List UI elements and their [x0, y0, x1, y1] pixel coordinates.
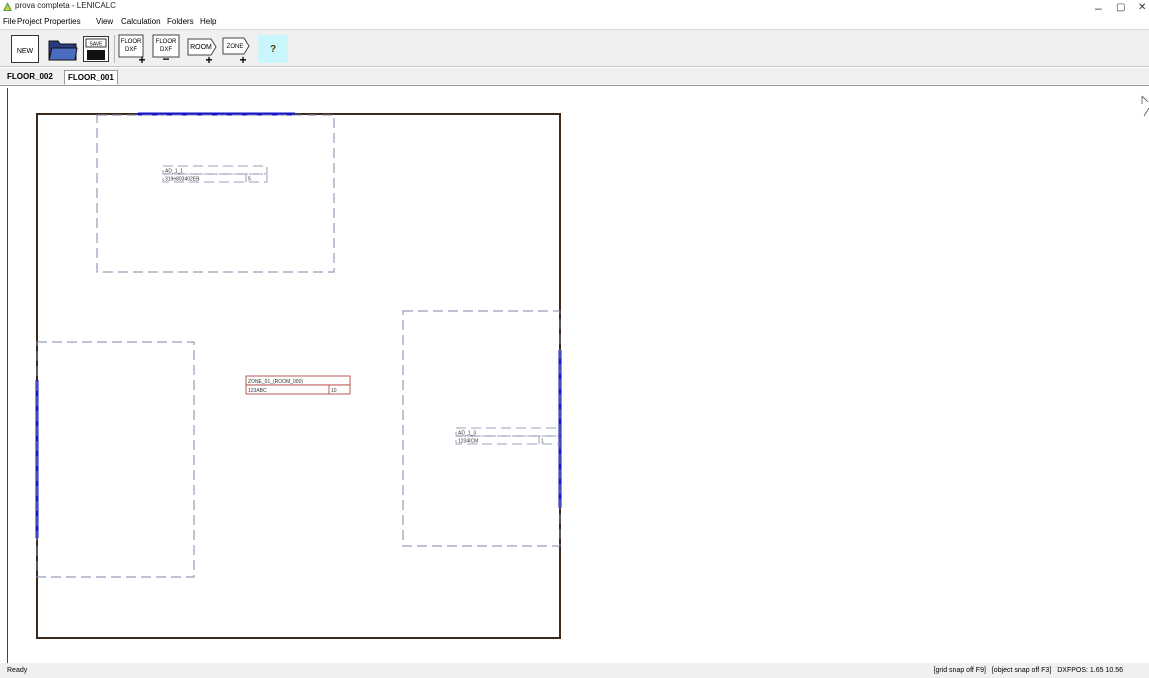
- tab-floor-001[interactable]: FLOOR_001: [64, 70, 118, 85]
- north-arrow-icon: [1141, 95, 1149, 117]
- dxf-position: DXFPOS: 1.65 10.56: [1057, 667, 1123, 674]
- toolbar-separator: [114, 35, 115, 63]
- tab-floor-002[interactable]: FLOOR_002: [4, 70, 56, 85]
- room-value: 1: [541, 439, 544, 445]
- disk-icon: [87, 50, 105, 60]
- room-code: 319e803402EB: [165, 177, 200, 183]
- room-name: AD_1_1: [165, 169, 183, 175]
- menu-help[interactable]: Help: [200, 17, 216, 26]
- help-icon: ?: [270, 44, 276, 55]
- save-button-label: SAVE: [90, 42, 104, 48]
- add-zone-button[interactable]: ZONE +: [222, 34, 252, 64]
- add-floor-label-line2: DXF: [125, 47, 137, 53]
- drawing-canvas[interactable]: AD_1_1 319e803402EB 5 ZONE_01_(ROOM_000)…: [7, 88, 1149, 663]
- add-floor-label-line1: FLOOR: [121, 39, 142, 45]
- remove-floor-dxf-button[interactable]: FLOOR DXF −: [152, 34, 182, 64]
- menu-bar: File Project Properties View Calculation…: [0, 13, 1149, 29]
- room-outline-left: [36, 341, 195, 578]
- add-room-button[interactable]: ROOM +: [187, 34, 219, 64]
- room-label-ad-1-1[interactable]: AD_1_1 319e803402EB 5: [162, 165, 268, 183]
- add-room-label: ROOM: [190, 44, 212, 51]
- save-button[interactable]: SAVE: [83, 36, 109, 62]
- open-folder-button[interactable]: [48, 37, 78, 61]
- room-code: 1234ICM: [458, 439, 478, 445]
- floor-tabs: FLOOR_002 FLOOR_001: [0, 68, 1149, 86]
- menu-view[interactable]: View: [96, 17, 113, 26]
- menu-calculation[interactable]: Calculation: [121, 17, 161, 26]
- zone-value: 10: [331, 388, 337, 394]
- add-floor-dxf-button[interactable]: FLOOR DXF +: [118, 34, 148, 64]
- new-button[interactable]: NEW: [11, 35, 39, 63]
- app-logo-icon: [3, 2, 12, 11]
- room-outline-ad-1-1: [96, 114, 335, 273]
- menu-file[interactable]: File: [3, 17, 16, 26]
- zone-code: 123ABC: [248, 388, 267, 394]
- floor-plan[interactable]: AD_1_1 319e803402EB 5 ZONE_01_(ROOM_000)…: [8, 88, 1149, 663]
- minus-icon: −: [162, 52, 169, 64]
- grid-snap-status[interactable]: [grid snap off F9]: [934, 667, 986, 674]
- room-name: AD_1_3: [458, 431, 476, 437]
- plus-icon: +: [239, 53, 246, 64]
- room-outline-ad-1-3: [402, 310, 561, 547]
- remove-floor-label-line1: FLOOR: [156, 39, 177, 45]
- window-title: prova completa - LENICALC: [15, 1, 116, 10]
- plus-icon: +: [138, 53, 145, 64]
- zone-name: ZONE_01_(ROOM_000): [248, 379, 303, 385]
- toolbar: NEW SAVE FLOOR DXF + FLOOR DXF − ROOM + …: [0, 29, 1149, 67]
- room-value: 5: [248, 177, 251, 183]
- status-bar: Ready [grid snap off F9] [object snap of…: [0, 663, 1149, 678]
- folder-icon: [48, 40, 78, 61]
- new-button-label: NEW: [17, 48, 34, 55]
- menu-folders[interactable]: Folders: [167, 17, 194, 26]
- zone-label[interactable]: ZONE_01_(ROOM_000) 123ABC 10: [245, 375, 351, 395]
- menu-project-properties[interactable]: Project Properties: [17, 17, 81, 26]
- help-button[interactable]: ?: [258, 35, 288, 63]
- plus-icon: +: [205, 53, 212, 64]
- title-bar: prova completa - LENICALC – ▢ ✕: [0, 0, 1149, 14]
- status-text: Ready: [7, 667, 28, 674]
- status-info: [grid snap off F9] [object snap off F3] …: [930, 667, 1124, 674]
- add-zone-label: ZONE: [227, 44, 244, 50]
- object-snap-status[interactable]: [object snap off F3]: [992, 667, 1051, 674]
- room-label-ad-1-3[interactable]: AD_1_3 1234ICM 1: [455, 427, 561, 445]
